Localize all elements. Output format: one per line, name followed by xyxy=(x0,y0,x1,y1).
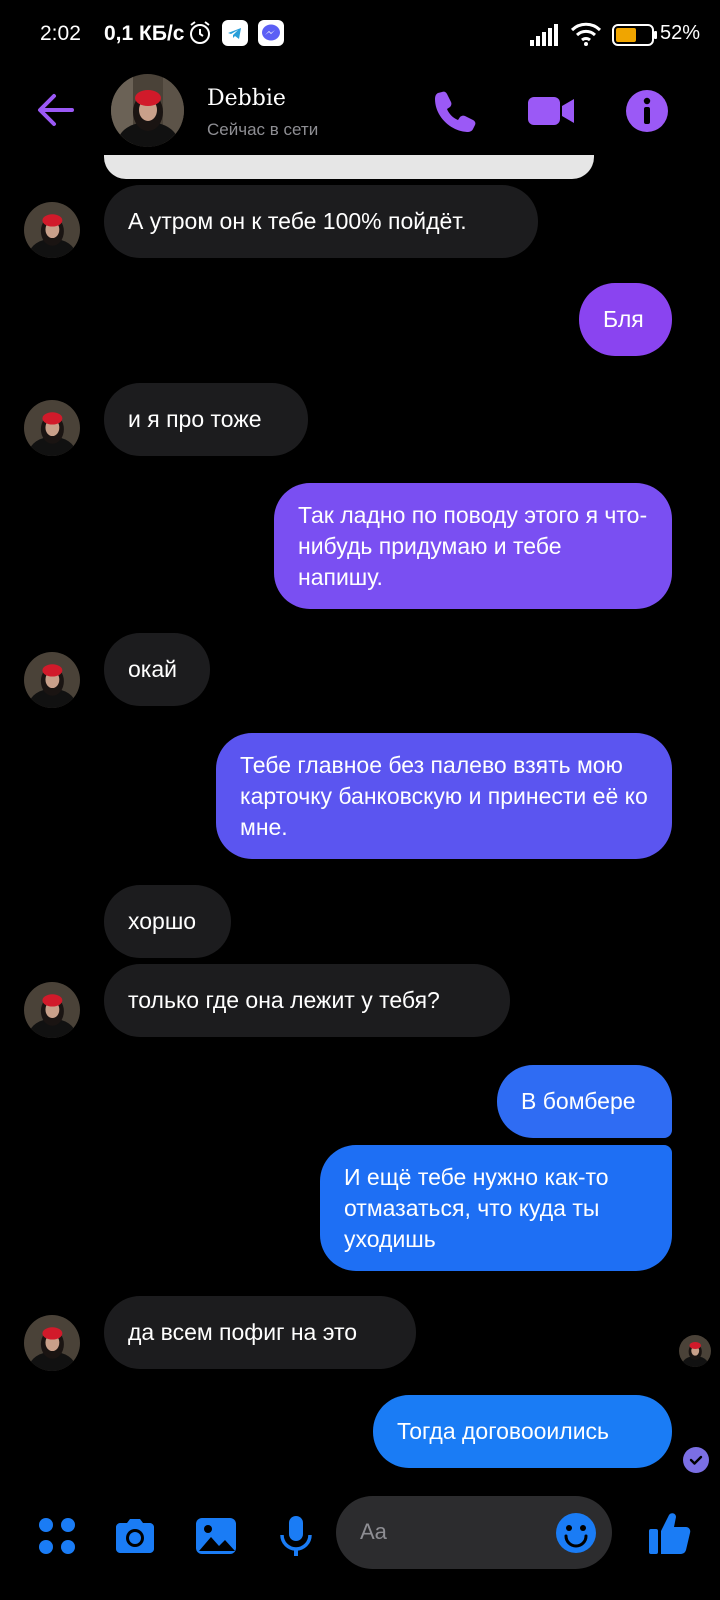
outgoing-message[interactable]: Тогда договооились xyxy=(373,1395,672,1468)
video-camera-icon xyxy=(528,97,574,125)
sender-avatar[interactable] xyxy=(24,652,80,708)
previous-message-bubble xyxy=(104,155,594,179)
contact-name[interactable]: Debbie xyxy=(207,86,286,111)
chat-header: Debbie Сейчас в сети xyxy=(0,70,720,165)
incoming-message[interactable]: да всем пофиг на это xyxy=(104,1296,416,1369)
incoming-message[interactable]: и я про тоже xyxy=(104,383,308,456)
telegram-icon xyxy=(222,20,248,51)
contact-status: Сейчас в сети xyxy=(207,120,319,139)
gallery-button[interactable] xyxy=(193,1513,239,1559)
contact-avatar[interactable] xyxy=(111,74,184,147)
sender-avatar[interactable] xyxy=(24,982,80,1038)
outgoing-message[interactable]: Тебе главное без палево взять мою карточ… xyxy=(216,733,672,859)
wifi-icon xyxy=(570,22,602,51)
microphone-icon xyxy=(280,1516,312,1556)
camera-icon xyxy=(116,1519,154,1553)
signal-icon xyxy=(530,24,558,51)
message-list[interactable]: А утром он к тебе 100% пойдёт. Бля и я п… xyxy=(0,155,720,1480)
sender-avatar[interactable] xyxy=(24,202,80,258)
seen-receipt-avatar xyxy=(679,1335,711,1367)
incoming-message[interactable]: окай xyxy=(104,633,210,706)
outgoing-message[interactable]: Бля xyxy=(579,283,672,356)
voice-message-button[interactable] xyxy=(273,1513,319,1559)
smiley-icon xyxy=(556,1513,596,1553)
video-call-button[interactable] xyxy=(526,86,576,136)
battery-percent: 52% xyxy=(660,22,701,44)
alarm-icon xyxy=(188,20,212,51)
incoming-message[interactable]: только где она лежит у тебя? xyxy=(104,964,510,1037)
back-button[interactable] xyxy=(34,88,78,132)
four-dots-icon xyxy=(39,1518,75,1554)
sender-avatar[interactable] xyxy=(24,400,80,456)
status-bar: 2:02 0,1 КБ/с 52% xyxy=(0,0,720,70)
arrow-left-icon xyxy=(38,94,74,126)
camera-button[interactable] xyxy=(112,1513,158,1559)
incoming-message[interactable]: А утром он к тебе 100% пойдёт. xyxy=(104,185,538,258)
message-input-wrapper xyxy=(336,1496,612,1569)
message-input[interactable] xyxy=(360,1514,530,1550)
sender-avatar[interactable] xyxy=(24,1315,80,1371)
voice-call-button[interactable] xyxy=(430,86,480,136)
outgoing-message[interactable]: И ещё тебе нужно как-то отмазаться, что … xyxy=(320,1145,672,1271)
battery-icon xyxy=(612,24,658,51)
status-network-speed: 0,1 КБ/с xyxy=(104,22,185,45)
info-icon xyxy=(626,90,668,132)
more-actions-button[interactable] xyxy=(34,1513,80,1559)
phone-icon xyxy=(435,91,476,132)
info-button[interactable] xyxy=(622,86,672,136)
image-icon xyxy=(196,1518,236,1554)
messenger-icon xyxy=(258,20,284,51)
like-button[interactable] xyxy=(646,1509,692,1555)
outgoing-message[interactable]: В бомбере xyxy=(497,1065,672,1138)
status-time: 2:02 xyxy=(40,22,81,45)
thumbs-up-icon xyxy=(649,1513,691,1554)
message-composer xyxy=(0,1485,720,1600)
check-icon xyxy=(683,1447,709,1473)
outgoing-message[interactable]: Так ладно по поводу этого я что-нибудь п… xyxy=(274,483,672,609)
emoji-button[interactable] xyxy=(555,1512,597,1554)
incoming-message[interactable]: хоршо xyxy=(104,885,231,958)
